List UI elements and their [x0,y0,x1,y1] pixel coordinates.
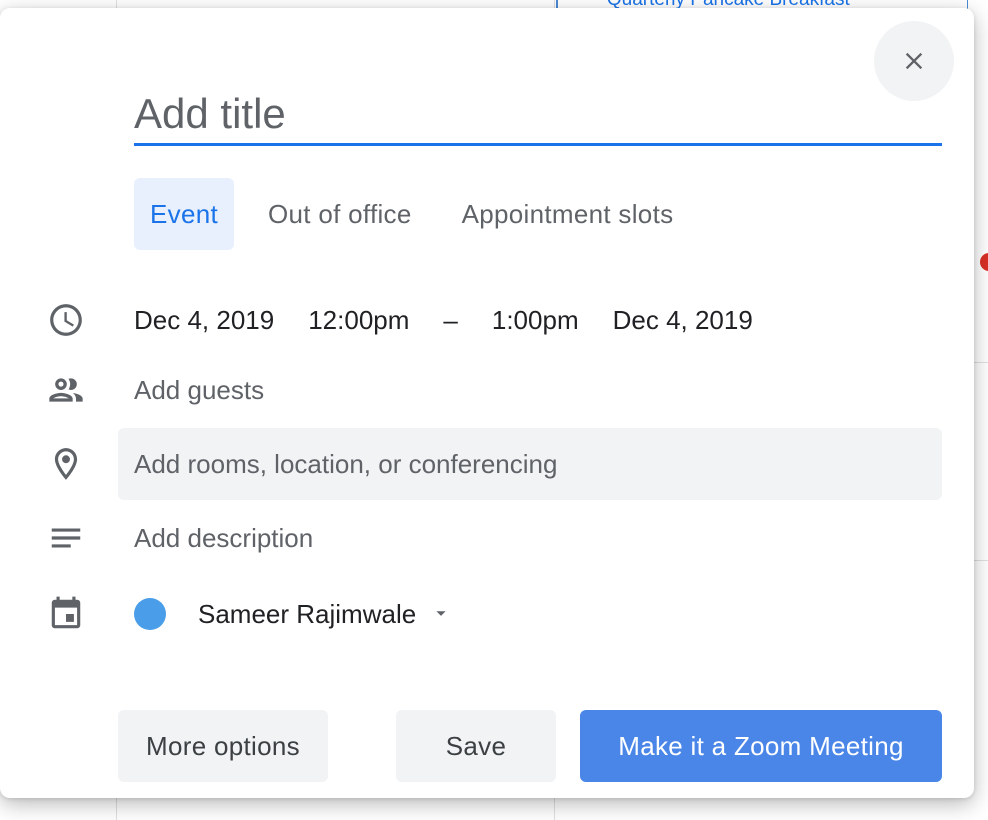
current-time-indicator [980,253,988,271]
calendar-icon [46,594,86,634]
start-time[interactable]: 12:00pm [308,305,409,336]
event-type-tabs: Event Out of office Appointment slots [134,178,707,250]
datetime-row: Dec 4, 2019 12:00pm – 1:00pm Dec 4, 2019 [0,300,974,340]
quick-event-dialog: Event Out of office Appointment slots De… [0,8,974,798]
datetime-fields: Dec 4, 2019 12:00pm – 1:00pm Dec 4, 2019 [134,305,787,336]
description-row[interactable]: Add description [0,518,974,558]
guests-row[interactable]: Add guests [0,370,974,410]
start-date[interactable]: Dec 4, 2019 [134,305,274,336]
people-icon [46,370,86,410]
tab-appointment-slots[interactable]: Appointment slots [446,178,690,250]
time-separator: – [443,304,458,335]
close-icon [905,52,923,70]
notes-icon [46,518,86,558]
caret-down-icon [436,611,446,616]
tab-out-of-office[interactable]: Out of office [252,178,428,250]
calendar-name: Sameer Rajimwale [198,598,417,629]
calendar-color-dot [134,598,166,630]
more-options-button[interactable]: More options [118,710,328,782]
end-date[interactable]: Dec 4, 2019 [613,305,753,336]
title-input[interactable] [134,78,942,146]
clock-icon [46,300,86,340]
save-button[interactable]: Save [396,710,556,782]
tab-event[interactable]: Event [134,178,234,250]
calendar-row[interactable]: Sameer Rajimwale [0,594,974,634]
location-pin-icon [46,444,86,484]
description-placeholder: Add description [134,522,314,553]
guests-placeholder: Add guests [134,374,265,405]
location-field[interactable]: Add rooms, location, or conferencing [118,428,942,500]
end-time[interactable]: 1:00pm [492,305,579,336]
calendar-selector[interactable]: Sameer Rajimwale [134,598,452,630]
zoom-meeting-button[interactable]: Make it a Zoom Meeting [580,710,942,782]
